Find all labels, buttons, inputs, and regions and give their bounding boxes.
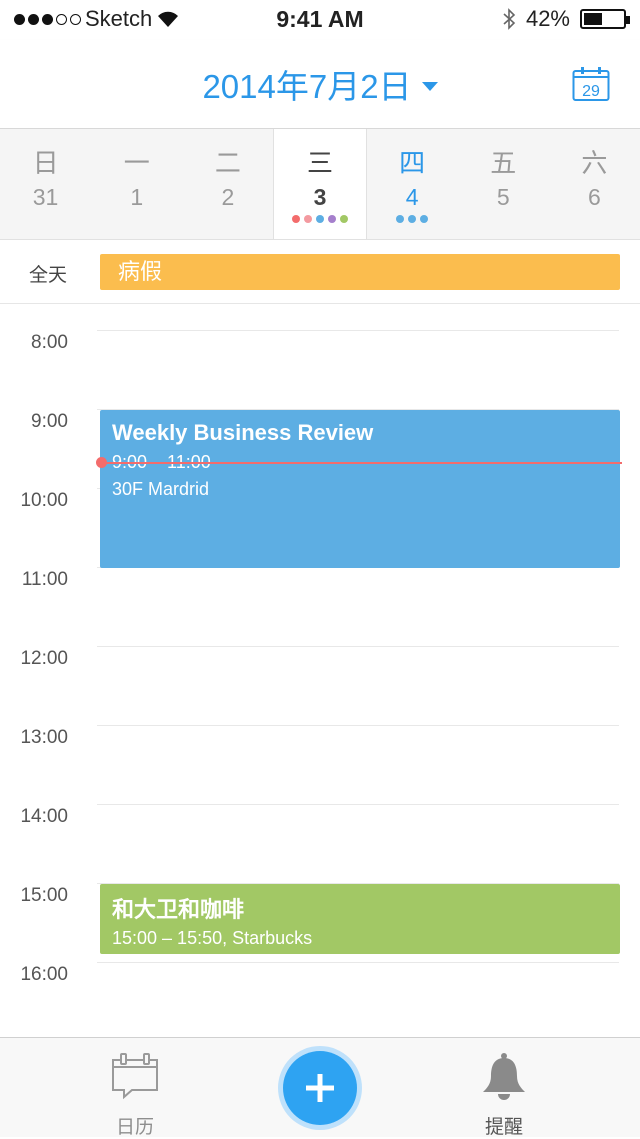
dropdown-caret-icon[interactable] xyxy=(421,81,438,91)
hour-label: 13:00 xyxy=(20,727,68,748)
current-time-line xyxy=(102,462,622,464)
day-date: 3 xyxy=(313,184,327,210)
tab-calendar[interactable]: 日历 xyxy=(85,1050,185,1139)
today-day-number: 29 xyxy=(582,83,600,100)
battery-icon xyxy=(580,9,630,29)
tab-calendar-label: 日历 xyxy=(115,1117,154,1138)
day-name: 一 xyxy=(123,148,150,178)
hour-label: 9:00 xyxy=(31,411,68,432)
day-date: 4 xyxy=(405,184,419,210)
hour-label: 8:00 xyxy=(31,332,68,353)
hour-divider xyxy=(97,962,619,963)
day-name: 二 xyxy=(214,148,241,178)
current-time-dot xyxy=(96,457,107,468)
hour-divider xyxy=(97,646,619,647)
week-day-fri[interactable]: 五 5 xyxy=(458,129,549,239)
today-button[interactable]: 29 xyxy=(572,66,610,102)
tab-reminders[interactable]: 提醒 xyxy=(454,1050,554,1139)
all-day-label: 全天 xyxy=(29,265,68,286)
day-date: 6 xyxy=(588,184,601,210)
week-day-thu[interactable]: 四 4 xyxy=(367,129,458,239)
tab-bar: 日历 提醒 xyxy=(0,1037,640,1139)
all-day-event[interactable]: 病假 xyxy=(100,254,620,290)
plus-icon xyxy=(306,1074,334,1102)
week-strip: 日 31 一 1 二 2 三 3 四 4 五 5 六 6 xyxy=(0,129,640,240)
bluetooth-icon xyxy=(503,8,516,30)
hour-label: 11:00 xyxy=(21,569,68,590)
all-day-row: 全天 病假 xyxy=(0,240,640,304)
date-title[interactable]: 2014年7月2日 xyxy=(202,68,411,105)
hour-divider xyxy=(97,725,619,726)
week-day-wed-selected[interactable]: 三 3 xyxy=(273,129,367,239)
tab-reminders-label: 提醒 xyxy=(484,1117,523,1138)
calendar-tab-icon xyxy=(112,1053,158,1100)
add-event-button[interactable] xyxy=(283,1051,357,1125)
day-name: 六 xyxy=(581,148,608,178)
hour-label: 14:00 xyxy=(20,806,68,827)
day-name: 四 xyxy=(399,148,426,178)
day-name: 五 xyxy=(490,148,517,178)
day-name: 日 xyxy=(32,148,59,178)
day-date: 2 xyxy=(221,184,235,210)
battery-percent: 42% xyxy=(525,6,570,31)
event-title: 和大卫和咖啡 xyxy=(112,897,245,922)
week-day-sat[interactable]: 六 6 xyxy=(549,129,640,239)
status-right: 42% xyxy=(502,6,630,32)
hour-label: 10:00 xyxy=(20,490,68,511)
event-weekly-business-review[interactable]: Weekly Business Review 9:00 – 11:00 30F … xyxy=(100,410,620,568)
week-day-tue[interactable]: 二 2 xyxy=(182,129,273,239)
day-name: 三 xyxy=(306,148,333,178)
status-bar: Sketch 9:41 AM 42% xyxy=(0,0,640,40)
calendar-today-icon[interactable]: 29 xyxy=(572,66,610,102)
day-date: 31 xyxy=(32,184,59,210)
event-title: Weekly Business Review xyxy=(112,420,374,445)
bell-icon xyxy=(483,1053,525,1100)
hour-label: 12:00 xyxy=(20,648,68,669)
event-dots xyxy=(367,215,458,223)
hour-divider xyxy=(97,330,619,331)
day-date: 1 xyxy=(130,184,144,210)
nav-bar: 2014年7月2日 29 xyxy=(0,40,640,129)
event-detail: 15:00 – 15:50, Starbucks xyxy=(112,928,313,948)
hour-divider xyxy=(97,804,619,805)
hour-label: 16:00 xyxy=(20,964,68,985)
event-location: 30F Mardrid xyxy=(112,479,210,499)
event-dots xyxy=(274,215,365,223)
day-date: 5 xyxy=(496,184,510,210)
week-day-sun[interactable]: 日 31 xyxy=(0,129,91,239)
hour-label: 15:00 xyxy=(20,885,68,906)
date-picker-title[interactable]: 2014年7月2日 xyxy=(0,60,640,108)
event-coffee-with-david[interactable]: 和大卫和咖啡 15:00 – 15:50, Starbucks xyxy=(100,884,620,954)
week-day-mon[interactable]: 一 1 xyxy=(91,129,182,239)
